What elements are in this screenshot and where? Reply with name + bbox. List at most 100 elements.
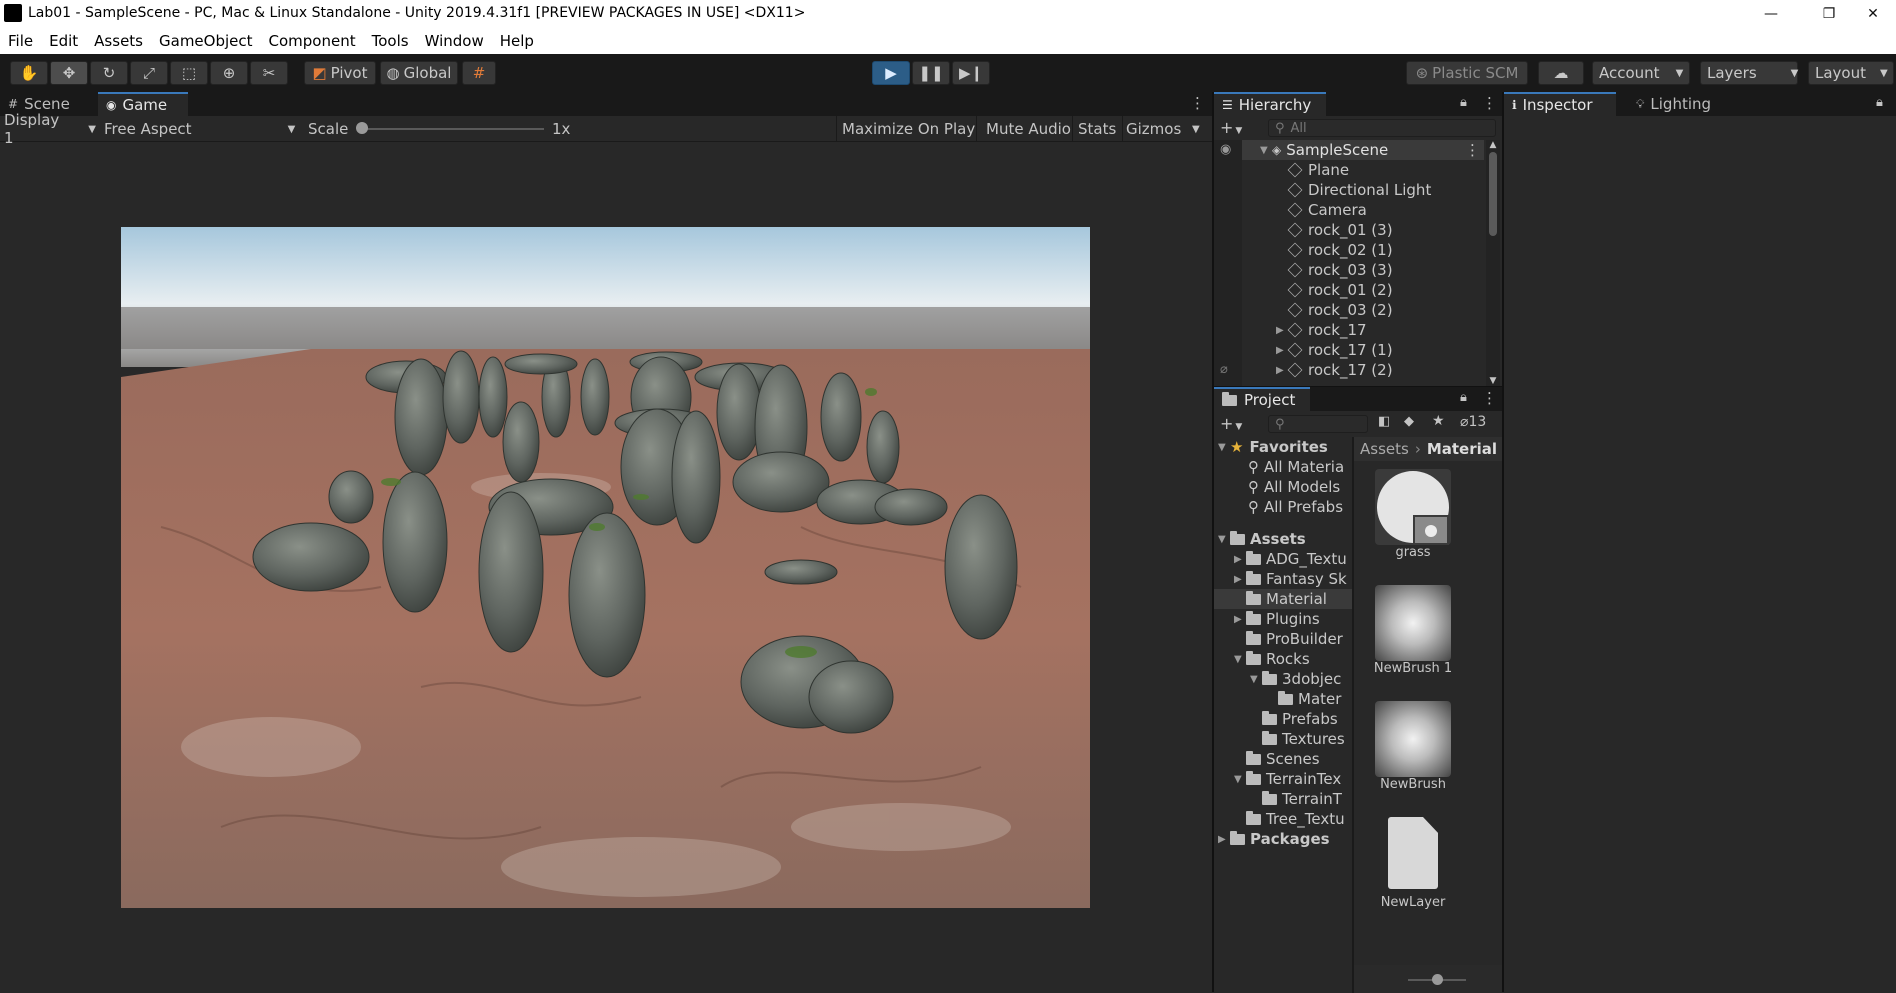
hierarchy-item[interactable]: Camera — [1242, 200, 1484, 220]
pause-button[interactable]: ❚❚ — [912, 61, 950, 85]
scroll-down-icon[interactable]: ▼ — [1486, 376, 1500, 386]
folder-item[interactable]: TerrainT — [1214, 789, 1352, 809]
asset-newbrush-1[interactable]: NewBrush 1 — [1368, 585, 1458, 676]
folder-item[interactable]: ▼ 3dobjec — [1214, 669, 1352, 689]
minimize-button[interactable]: — — [1748, 0, 1794, 28]
pivot-toggle[interactable]: ◩ Pivot — [304, 61, 376, 85]
hierarchy-item[interactable]: ▶ rock_17 (1) — [1242, 340, 1484, 360]
favorites-header[interactable]: ▼ ★ Favorites — [1214, 437, 1352, 457]
panel-menu-icon[interactable]: ⋮ — [1482, 94, 1497, 112]
asset-zoom-slider[interactable] — [1354, 965, 1502, 993]
display-dropdown[interactable]: Display 1 ▼ — [4, 111, 96, 147]
add-object-button[interactable]: + ▼ — [1220, 118, 1242, 137]
game-view-render[interactable] — [121, 227, 1090, 908]
filter-label-icon[interactable]: ◆ — [1404, 414, 1414, 429]
hierarchy-search-input[interactable]: ⚲ All — [1268, 119, 1496, 137]
panel-menu-icon[interactable]: ⋮ — [1190, 94, 1205, 112]
menu-window[interactable]: Window — [417, 32, 492, 50]
breadcrumb-material[interactable]: Material — [1427, 440, 1497, 458]
hierarchy-item[interactable]: ▶ rock_17 (2) — [1242, 360, 1484, 380]
menu-edit[interactable]: Edit — [41, 32, 86, 50]
transform-tool-button[interactable]: ⊕ — [210, 61, 248, 85]
menu-file[interactable]: File — [0, 32, 41, 50]
menu-tools[interactable]: Tools — [364, 32, 417, 50]
custom-tool-button[interactable]: ✂ — [250, 61, 288, 85]
global-toggle[interactable]: ◍ Global — [380, 61, 458, 85]
stats-toggle[interactable]: Stats — [1078, 116, 1116, 142]
asset-newlayer[interactable]: NewLayer — [1368, 817, 1458, 910]
plastic-scm-button[interactable]: ⊛ Plastic SCM — [1406, 61, 1528, 85]
expand-arrow-icon[interactable]: ▼ — [1234, 774, 1246, 785]
tab-project[interactable]: Project — [1214, 387, 1310, 411]
folder-item[interactable]: ▼ Rocks — [1214, 649, 1352, 669]
expand-arrow-icon[interactable]: ▼ — [1234, 654, 1246, 665]
asset-grass[interactable]: grass — [1368, 469, 1458, 560]
scale-tool-button[interactable]: ⤢ — [130, 61, 168, 85]
folder-item[interactable]: ProBuilder — [1214, 629, 1352, 649]
close-button[interactable]: ✕ — [1850, 0, 1896, 28]
expand-arrow-icon[interactable]: ▶ — [1276, 325, 1288, 336]
scale-slider[interactable] — [358, 128, 544, 130]
menu-component[interactable]: Component — [261, 32, 364, 50]
play-button[interactable]: ▶ — [872, 61, 910, 85]
scroll-up-icon[interactable]: ▲ — [1486, 140, 1500, 150]
filter-type-icon[interactable]: ◧ — [1378, 414, 1390, 429]
folder-item[interactable]: ▶ Fantasy Sk — [1214, 569, 1352, 589]
cloud-button[interactable]: ☁ — [1538, 61, 1584, 85]
folder-item[interactable]: ▶ Plugins — [1214, 609, 1352, 629]
folder-item[interactable]: Material — [1214, 589, 1352, 609]
grid-snap-button[interactable]: # — [462, 61, 496, 85]
scale-slider-handle[interactable] — [356, 122, 368, 134]
folder-item[interactable]: Prefabs — [1214, 709, 1352, 729]
hidden-eye-icon[interactable]: ⌀ — [1220, 362, 1228, 377]
menu-gameobject[interactable]: GameObject — [151, 32, 261, 50]
folder-item[interactable]: ▼ TerrainTex — [1214, 769, 1352, 789]
lock-icon[interactable]: 🔒︎ — [1460, 390, 1467, 405]
expand-arrow-icon[interactable]: ▼ — [1250, 674, 1262, 685]
hand-tool-button[interactable]: ✋ — [10, 61, 48, 85]
menu-assets[interactable]: Assets — [86, 32, 151, 50]
eye-icon[interactable]: ◉ — [1220, 142, 1231, 157]
hierarchy-item[interactable]: rock_01 (3) — [1242, 220, 1484, 240]
favorite-item[interactable]: ⚲ All Models — [1214, 477, 1352, 497]
favorite-item[interactable]: ⚲ All Prefabs — [1214, 497, 1352, 517]
hierarchy-item[interactable]: Plane — [1242, 160, 1484, 180]
hierarchy-item[interactable]: Directional Light — [1242, 180, 1484, 200]
folder-item[interactable]: ▶ ADG_Textu — [1214, 549, 1352, 569]
maximize-button[interactable]: ❐ — [1806, 0, 1852, 28]
create-asset-button[interactable]: + ▼ — [1220, 414, 1242, 433]
scene-row[interactable]: ▼ ◈ SampleScene ⋮ — [1242, 140, 1484, 160]
folder-item[interactable]: Mater — [1214, 689, 1352, 709]
expand-arrow-icon[interactable]: ▶ — [1276, 345, 1288, 356]
asset-newbrush[interactable]: NewBrush — [1368, 701, 1458, 792]
rect-tool-button[interactable]: ⬚ — [170, 61, 208, 85]
layers-dropdown[interactable]: Layers ▼ — [1700, 61, 1798, 85]
account-dropdown[interactable]: Account ▼ — [1592, 61, 1690, 85]
expand-arrow-icon[interactable]: ▶ — [1234, 614, 1246, 625]
favorite-item[interactable]: ⚲ All Materia — [1214, 457, 1352, 477]
project-search-input[interactable]: ⚲ — [1268, 415, 1368, 433]
tab-lighting[interactable]: 💡︎ Lighting — [1628, 92, 1719, 116]
breadcrumb-assets[interactable]: Assets — [1360, 440, 1409, 458]
tab-game[interactable]: ◉ Game — [98, 92, 188, 116]
gizmos-toggle[interactable]: Gizmos — [1126, 116, 1181, 142]
expand-arrow-icon[interactable]: ▶ — [1276, 365, 1288, 376]
favorite-star-icon[interactable]: ★ — [1432, 413, 1445, 429]
hierarchy-item[interactable]: ▶ rock_17 — [1242, 320, 1484, 340]
lock-icon[interactable]: 🔒︎ — [1876, 95, 1883, 110]
move-tool-button[interactable]: ✥ — [50, 61, 88, 85]
hierarchy-item[interactable]: rock_03 (3) — [1242, 260, 1484, 280]
maximize-on-play-toggle[interactable]: Maximize On Play — [842, 116, 975, 142]
packages-header[interactable]: ▶ Packages — [1214, 829, 1352, 849]
tab-inspector[interactable]: ℹ Inspector — [1504, 92, 1616, 116]
hierarchy-scrollbar[interactable]: ▲ ▼ — [1486, 140, 1500, 386]
assets-header[interactable]: ▼ Assets — [1214, 529, 1352, 549]
menu-help[interactable]: Help — [492, 32, 542, 50]
panel-menu-icon[interactable]: ⋮ — [1482, 389, 1497, 407]
scene-menu-icon[interactable]: ⋮ — [1465, 141, 1480, 159]
hierarchy-item[interactable]: rock_03 (2) — [1242, 300, 1484, 320]
folder-item[interactable]: Tree_Textu — [1214, 809, 1352, 829]
tab-hierarchy[interactable]: ☰ Hierarchy — [1214, 92, 1326, 116]
hierarchy-item[interactable]: rock_01 (2) — [1242, 280, 1484, 300]
layout-dropdown[interactable]: Layout ▼ — [1808, 61, 1894, 85]
